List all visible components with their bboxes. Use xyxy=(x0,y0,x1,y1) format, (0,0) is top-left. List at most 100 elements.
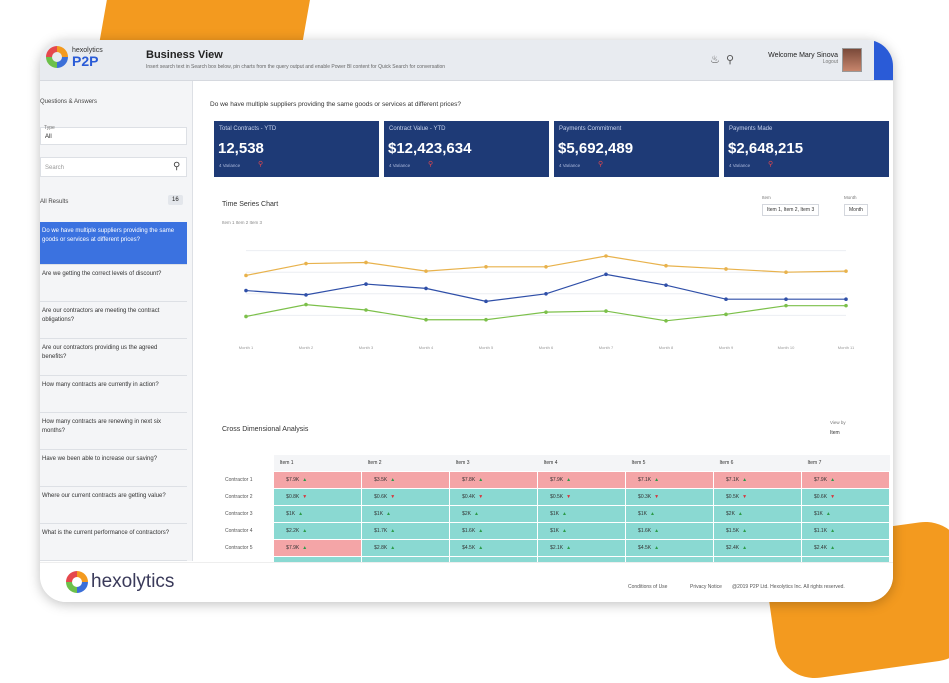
cda-cell[interactable]: $0.8K ▼ xyxy=(273,488,363,506)
cda-cell[interactable]: $0.5K ▼ xyxy=(537,488,627,506)
footer-link-privacy[interactable]: Privacy Notice xyxy=(690,584,722,590)
cda-cell[interactable]: $7.1K▲ xyxy=(625,471,715,489)
cda-cell[interactable]: $1K ▲ xyxy=(361,505,451,523)
time-series-card: Month 1 Month 2 Month 3 Month 4 Month 5 Month… xyxy=(216,187,888,365)
cda-cell[interactable]: $1K ▲ xyxy=(273,505,363,523)
cda-cell[interactable]: $7.9K ▲ xyxy=(273,471,363,489)
footer-link-conditions[interactable]: Conditions of Use xyxy=(628,584,667,590)
month-filter-dropdown[interactable]: Month xyxy=(844,204,868,216)
cda-cell[interactable]: $0.6K ▼ xyxy=(800,488,891,506)
pin-icon[interactable]: ⚲ xyxy=(768,160,773,168)
cda-cell[interactable]: $4.5K ▲ xyxy=(449,539,539,557)
cda-cell[interactable]: $0.6K ▼ xyxy=(361,488,451,506)
kpi-card-payments-made[interactable]: Payments Made $2,648,215 4 Variance ⚲ xyxy=(724,121,889,177)
row-label: Contractor 4 xyxy=(221,522,275,540)
arrow-up-icon: ▲ xyxy=(478,477,484,483)
arrow-up-icon: ▲ xyxy=(566,477,572,483)
pin-icon[interactable]: ⚲ xyxy=(428,160,433,168)
cda-cell[interactable]: $7.8K▲ xyxy=(449,471,539,489)
cda-cell[interactable]: $0.4K ▼ xyxy=(449,488,539,506)
cell-value: $3.5K xyxy=(374,477,388,483)
logout-link[interactable]: Logout xyxy=(750,59,838,65)
brand-big: P2P xyxy=(72,52,99,69)
cda-cell[interactable]: $1.5K ▲ xyxy=(713,522,802,540)
kpi-card-payments-commitment[interactable]: Payments Commitment $5,692,489 4 Varianc… xyxy=(554,121,719,177)
cda-column-header[interactable]: Item 2 xyxy=(361,455,450,472)
cda-column-header[interactable]: Item 7 xyxy=(801,455,890,472)
chart-legend[interactable]: Item 1 Item 2 Item 3 xyxy=(222,220,262,225)
cell-value: $0.5K xyxy=(550,494,564,500)
data-point xyxy=(364,282,368,286)
arrow-up-icon: ▲ xyxy=(390,528,396,534)
question-item[interactable]: How many contracts are renewing in next … xyxy=(40,413,187,450)
cda-cell[interactable]: $3.5K ▲ xyxy=(361,471,451,489)
cda-cell[interactable]: $1K ▲ xyxy=(625,505,715,523)
pin-icon[interactable]: ⚲ xyxy=(258,160,263,168)
page-title: Business View xyxy=(146,49,223,61)
cda-cell[interactable]: $1.6K ▲ xyxy=(449,522,539,540)
cda-cell[interactable]: $7.1K▲ xyxy=(713,471,802,489)
app-logo[interactable]: hexolytics P2P xyxy=(46,46,103,68)
avatar[interactable] xyxy=(842,48,862,72)
item-filter-dropdown[interactable]: Item 1, Item 2, Item 3 xyxy=(762,204,820,216)
cda-cell[interactable]: $1.6K ▲ xyxy=(625,522,715,540)
search-input[interactable]: Search xyxy=(40,157,187,177)
question-item[interactable]: Are our contractors are meeting the cont… xyxy=(40,302,187,339)
cda-cell[interactable]: $1K ▲ xyxy=(800,505,891,523)
cda-cell[interactable]: $1K ▲ xyxy=(537,522,627,540)
question-item[interactable]: Are we getting the correct levels of dis… xyxy=(40,265,187,302)
cda-cell[interactable]: $0.3K ▼ xyxy=(625,488,715,506)
cda-cell[interactable]: $4.5K ▲ xyxy=(625,539,715,557)
arrow-up-icon: ▲ xyxy=(302,477,308,483)
arrow-up-icon: ▲ xyxy=(386,511,391,517)
question-item[interactable]: Have we been able to increase our saving… xyxy=(40,450,187,487)
data-point xyxy=(544,310,548,314)
question-item[interactable]: Are our contractors providing us the agr… xyxy=(40,339,187,376)
results-label: All Results xyxy=(40,199,69,205)
cda-column-header[interactable]: Item 5 xyxy=(625,455,714,472)
cda-cell[interactable]: $2.2K ▲ xyxy=(273,522,363,540)
data-point xyxy=(304,302,308,307)
data-point xyxy=(364,308,368,312)
bell-icon[interactable]: ♨ xyxy=(710,53,720,66)
cda-column-header[interactable]: Item 3 xyxy=(449,455,538,472)
question-item[interactable]: What is the current performance of contr… xyxy=(40,524,187,561)
header-accent-tab[interactable] xyxy=(874,40,893,80)
cda-cell[interactable]: $0.5K ▼ xyxy=(713,488,802,506)
cda-cell[interactable]: $1K ▲ xyxy=(537,505,627,523)
cda-cell[interactable]: $2K ▲ xyxy=(713,505,802,523)
arrow-up-icon: ▲ xyxy=(825,511,831,517)
cda-column-header[interactable]: Item 4 xyxy=(537,455,626,472)
cda-cell[interactable]: $2.1K ▲ xyxy=(537,539,627,557)
cda-cell[interactable]: $1.7K ▲ xyxy=(361,522,451,540)
question-item[interactable]: How many contracts are currently in acti… xyxy=(40,376,187,413)
search-icon[interactable]: ⚲ xyxy=(173,161,180,172)
cda-cell[interactable]: $7.9K ▲ xyxy=(273,539,363,557)
item-filter-label: Item xyxy=(762,195,771,200)
kpi-card-total-contracts[interactable]: Total Contracts - YTD 12,538 4 Variance … xyxy=(214,121,379,177)
cda-cell[interactable]: $2.4K ▲ xyxy=(713,539,802,557)
footer-brand: hexolytics xyxy=(91,571,175,592)
row-label: Contractor 3 xyxy=(221,505,275,523)
footer-logo[interactable]: hexolytics xyxy=(66,571,174,593)
type-field[interactable]: All xyxy=(40,127,187,145)
arrow-down-icon: ▼ xyxy=(566,494,572,500)
cda-cell[interactable]: $2K ▲ xyxy=(449,505,539,523)
kpi-card-contract-value[interactable]: Contract Value - YTD $12,423,634 4 Varia… xyxy=(384,121,549,177)
cda-cell[interactable]: $1.1K ▲ xyxy=(800,522,891,540)
x-tick-label: Month 3 xyxy=(359,345,374,350)
pin-icon[interactable]: ⚲ xyxy=(726,53,734,66)
question-item-active[interactable]: Do we have multiple suppliers providing … xyxy=(40,222,187,265)
cda-cell[interactable]: $7.9K ▲ xyxy=(800,471,891,489)
data-point xyxy=(664,319,668,323)
cda-cell[interactable]: $7.9K ▲ xyxy=(537,471,627,489)
kpi-value: $5,692,489 xyxy=(558,140,634,157)
cda-column-header[interactable]: Item 6 xyxy=(713,455,802,472)
cda-column-header[interactable]: Item 1 xyxy=(273,455,362,472)
cda-filter-dropdown[interactable]: Item xyxy=(830,430,840,436)
arrow-up-icon: ▲ xyxy=(566,545,572,551)
cda-cell[interactable]: $2.4K ▲ xyxy=(800,539,891,557)
question-item[interactable]: Where our current contracts are getting … xyxy=(40,487,187,524)
pin-icon[interactable]: ⚲ xyxy=(598,160,603,168)
cda-cell[interactable]: $2.8K ▲ xyxy=(361,539,451,557)
